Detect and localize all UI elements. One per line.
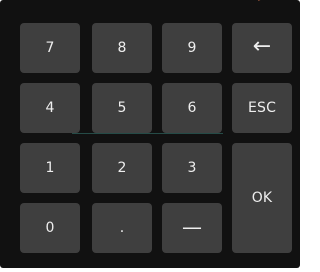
ok-key[interactable]: OK: [232, 143, 292, 253]
escape-key[interactable]: ESC: [232, 83, 292, 133]
key-5[interactable]: 5: [92, 83, 152, 133]
key-label: 6: [187, 100, 197, 116]
key-1[interactable]: 1: [20, 143, 80, 193]
key-label: 5: [117, 100, 127, 116]
key-label: 8: [117, 40, 127, 56]
key-label: 3: [187, 160, 197, 176]
key-label: .: [119, 220, 125, 236]
key-8[interactable]: 8: [92, 23, 152, 73]
key-label: 2: [117, 160, 127, 176]
backspace-arrow-icon: ←: [252, 34, 272, 59]
key-0[interactable]: 0: [20, 203, 80, 253]
key-label: 7: [45, 40, 55, 56]
key-4[interactable]: 4: [20, 83, 80, 133]
decorative-line: [258, 0, 272, 8]
key-label: 1: [45, 160, 55, 176]
decimal-point-key[interactable]: .: [92, 203, 152, 253]
key-label: 4: [45, 100, 55, 116]
key-label: ESC: [247, 100, 277, 116]
key-6[interactable]: 6: [162, 83, 222, 133]
backspace-key[interactable]: ←: [232, 23, 292, 73]
key-3[interactable]: 3: [162, 143, 222, 193]
numeric-keypad: 7 8 9 ← 4 5 6 ESC 1 2 3 OK 0 . —: [0, 0, 300, 268]
minus-sign-icon: —: [182, 215, 202, 239]
key-7[interactable]: 7: [20, 23, 80, 73]
key-2[interactable]: 2: [92, 143, 152, 193]
separator-line: [72, 133, 223, 134]
key-9[interactable]: 9: [162, 23, 222, 73]
minus-key[interactable]: —: [162, 203, 222, 253]
key-label: OK: [251, 190, 273, 206]
key-label: 0: [45, 220, 55, 236]
key-label: 9: [187, 40, 197, 56]
